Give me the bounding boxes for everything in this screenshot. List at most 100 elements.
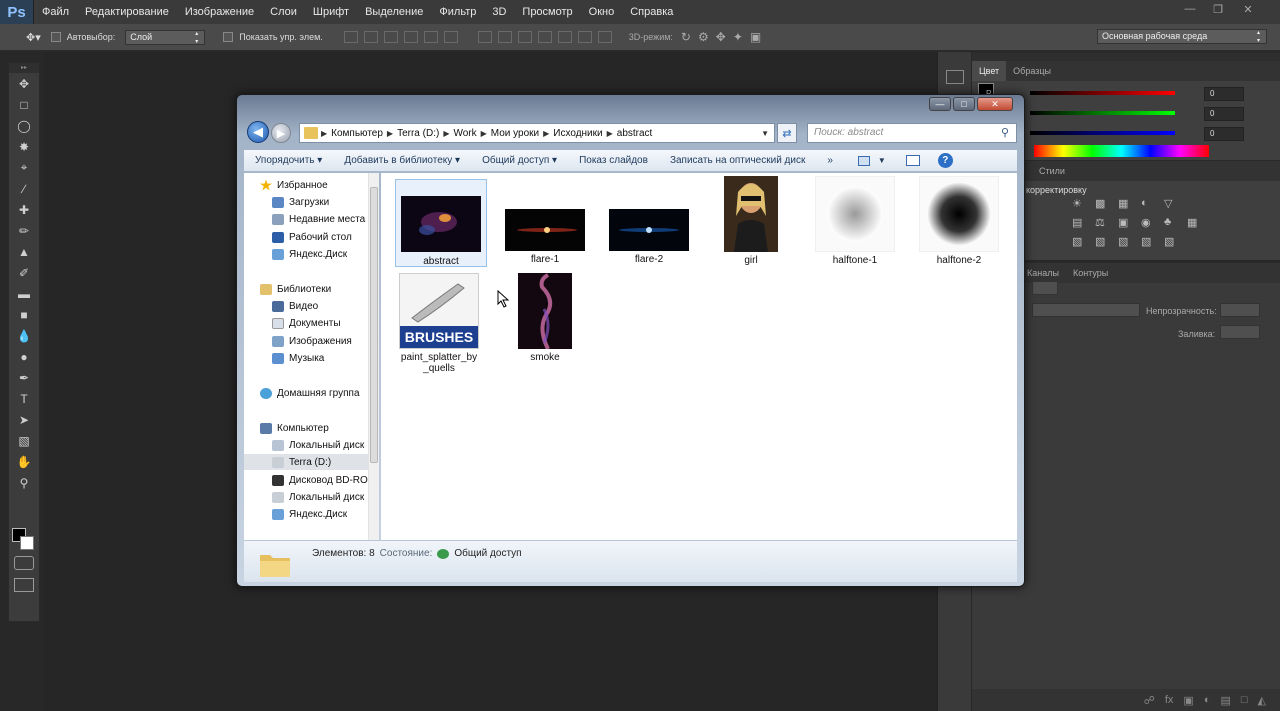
breadcrumb-item[interactable]: Компьютер [327,128,387,139]
fill-input[interactable] [1220,325,1260,339]
forward-button[interactable]: ▶ [271,123,291,143]
distribute-left-icon[interactable] [537,31,552,43]
align-bottom-icon[interactable] [383,31,398,43]
new-layer-icon[interactable]: □ [1241,694,1248,706]
file-item[interactable]: halftone-1 [809,176,901,266]
view-dropdown-icon[interactable]: ▼ [878,156,886,165]
quick-mask-icon[interactable] [14,556,34,570]
share-with-button[interactable]: Общий доступ ▾ [471,155,568,166]
back-button[interactable]: ◀ [247,121,269,143]
menu-select[interactable]: Выделение [357,0,431,24]
move-tool-icon[interactable]: ✥ [9,73,39,94]
file-item[interactable]: flare-1 [499,209,591,265]
breadcrumb-item[interactable]: Work [449,128,480,139]
levels-icon[interactable]: ▩ [1095,197,1113,210]
align-hcenter-icon[interactable] [423,31,438,43]
align-left-icon[interactable] [403,31,418,43]
zoom-tool-icon[interactable]: ⚲ [9,472,39,493]
tab-channels[interactable]: Каналы [1020,263,1066,283]
file-item[interactable]: girl [705,176,797,266]
explorer-maximize-button[interactable]: □ [953,97,975,111]
mask-icon[interactable]: ▣ [1183,694,1193,707]
dodge-tool-icon[interactable]: ● [9,346,39,367]
nav-computer[interactable]: Компьютер [260,420,329,436]
drag-3d-icon[interactable]: ✥ [716,30,726,44]
hue-sat-icon[interactable]: ▤ [1072,216,1090,229]
menu-type[interactable]: Шрифт [305,0,357,24]
autoselect-select[interactable]: Слой [125,29,206,46]
history-panel-icon[interactable] [945,70,964,84]
brush-tool-icon[interactable]: ✏ [9,220,39,241]
brightness-icon[interactable]: ☀ [1072,197,1090,210]
nav-item[interactable]: Видео [272,298,318,314]
scale-3d-icon[interactable]: ▣ [750,30,761,44]
color-lookup-icon[interactable]: ▦ [1187,216,1205,229]
eraser-tool-icon[interactable]: ▬ [9,283,39,304]
r-value[interactable]: 0 [1204,87,1244,101]
adjustment-layer-icon[interactable]: ◐ [1204,694,1211,706]
g-slider[interactable] [1030,111,1175,115]
nav-item[interactable]: Локальный диск [272,437,364,453]
blend-mode-select[interactable] [1032,303,1140,317]
tab-paths[interactable]: Контуры [1066,263,1115,283]
nav-item[interactable]: Изображения [272,333,352,349]
screen-mode-icon[interactable] [14,578,34,592]
menu-edit[interactable]: Редактирование [77,0,177,24]
search-input[interactable]: Поиск: abstract [807,123,1017,143]
blur-tool-icon[interactable]: 💧 [9,325,39,346]
shape-tool-icon[interactable]: ▧ [9,430,39,451]
b-value[interactable]: 0 [1204,127,1244,141]
workspace-select[interactable]: Основная рабочая среда [1097,29,1267,45]
background-color-swatch[interactable] [20,536,34,550]
nav-item[interactable]: Локальный диск [272,489,364,505]
file-item[interactable]: abstract [395,179,487,267]
nav-libraries[interactable]: Библиотеки [260,281,331,297]
breadcrumb-item[interactable]: Исходники [549,128,606,139]
tools-collapse-icon[interactable]: ▸▸ [9,63,39,73]
show-controls-checkbox[interactable] [223,32,234,42]
autoselect-checkbox[interactable] [50,32,61,42]
distribute-top-icon[interactable] [477,31,492,43]
address-bar[interactable]: ▶ Компьютер ▶ Terra (D:) ▶ Work ▶ Мои уроки… [299,123,775,143]
type-tool-icon[interactable]: T [9,388,39,409]
delete-layer-icon[interactable]: ◭ [1258,694,1266,707]
color-spectrum[interactable] [1034,145,1209,157]
menu-3d[interactable]: 3D [484,0,514,24]
distribute-bottom-icon[interactable] [517,31,532,43]
file-item[interactable]: BRUSHES paint_splatter_by _quells [393,273,485,374]
nav-item[interactable]: Яндекс.Диск [272,506,347,522]
menu-help[interactable]: Справка [622,0,681,24]
add-to-library-button[interactable]: Добавить в библиотеку ▾ [333,155,471,166]
history-brush-tool-icon[interactable]: ✐ [9,262,39,283]
file-item[interactable]: flare-2 [603,209,695,265]
gradient-map-icon[interactable]: ▧ [1141,235,1159,248]
menu-window[interactable]: Окно [581,0,623,24]
tab-swatches[interactable]: Образцы [1006,61,1058,81]
curves-icon[interactable]: ▦ [1118,197,1136,210]
tab-styles[interactable]: Стили [1032,161,1072,181]
organize-button[interactable]: Упорядочить ▾ [244,155,333,166]
clone-stamp-tool-icon[interactable]: ▲ [9,241,39,262]
selective-color-icon[interactable]: ▧ [1164,235,1182,248]
breadcrumb-item[interactable]: Terra (D:) [393,128,443,139]
nav-item[interactable]: Недавние места [272,211,365,227]
restore-icon[interactable]: ❐ [1204,0,1232,18]
layer-filter-select[interactable] [1032,281,1058,295]
nav-scrollbar[interactable] [368,173,379,540]
exposure-icon[interactable]: ◐ [1141,197,1159,210]
link-layers-icon[interactable]: ☍ [1144,694,1155,707]
eyedropper-tool-icon[interactable]: ∕ [9,178,39,199]
photo-filter-icon[interactable]: ◉ [1141,216,1159,229]
nav-item[interactable]: Яндекс.Диск [272,246,347,262]
gradient-tool-icon[interactable]: ■ [9,304,39,325]
nav-item[interactable]: Дисковод BD-RO [272,472,368,488]
move-tool-icon[interactable]: ✥▾ [26,31,41,44]
nav-item[interactable]: Рабочий стол [272,229,352,245]
more-commands-button[interactable]: » [816,155,844,166]
minimize-icon[interactable]: — [1176,0,1204,18]
g-value[interactable]: 0 [1204,107,1244,121]
roll-3d-icon[interactable]: ⚙ [698,30,709,44]
fx-icon[interactable]: fx [1165,694,1174,706]
align-right-icon[interactable] [443,31,458,43]
group-icon[interactable]: ▤ [1220,694,1230,707]
